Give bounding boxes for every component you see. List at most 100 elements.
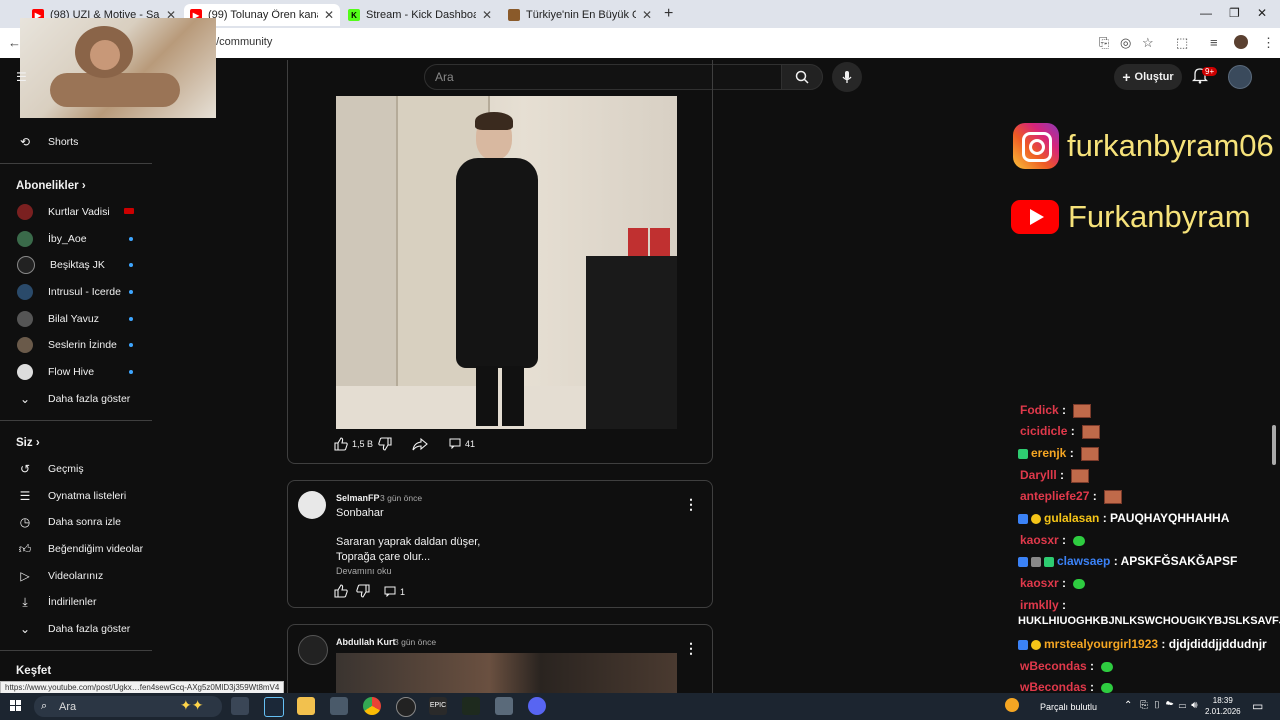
sidebar-item-besiktas[interactable]: Beşiktaş JK xyxy=(0,252,152,278)
sidebar-item-seslerin-izinde[interactable]: Seslerin İzinde xyxy=(0,332,152,358)
history-icon: ↺ xyxy=(19,462,31,476)
sidebar-item-history[interactable]: ↺ Geçmiş xyxy=(0,456,152,482)
post-menu-icon[interactable]: ⋮ xyxy=(684,496,698,513)
emote-icon xyxy=(1104,489,1123,504)
sidebar-item-iby-aoe[interactable]: İby_Aoe xyxy=(0,226,152,252)
wall-panel xyxy=(336,96,396,429)
clock-icon: ◷ xyxy=(19,515,31,529)
epic-games-icon[interactable]: EPIC xyxy=(429,697,447,715)
post-time[interactable]: 3 gün önce xyxy=(394,637,436,647)
new-content-dot xyxy=(129,263,133,267)
store-icon[interactable] xyxy=(330,697,348,715)
discord-icon[interactable] xyxy=(528,697,546,715)
extensions-icon[interactable]: ⬚ xyxy=(1176,35,1188,51)
windows-quad xyxy=(10,700,15,705)
sidebar-item-your-videos[interactable]: ▷ Videolarınız xyxy=(0,563,152,589)
window-close-button[interactable]: ✕ xyxy=(1257,6,1267,20)
post-image[interactable] xyxy=(336,653,677,693)
plus-icon: + xyxy=(1122,69,1131,85)
you-header[interactable]: Siz › xyxy=(16,437,40,449)
avatar[interactable] xyxy=(298,491,326,519)
post-menu-icon[interactable]: ⋮ xyxy=(684,640,698,657)
eye-off-icon[interactable]: ◎ xyxy=(1120,35,1131,51)
explore-header: Keşfet xyxy=(16,665,52,677)
minimize-button[interactable]: — xyxy=(1200,6,1212,20)
browser-tab-3[interactable]: K Stream - Kick Dashboard ✕ xyxy=(342,4,498,26)
file-explorer-icon[interactable] xyxy=(297,697,315,715)
account-avatar[interactable] xyxy=(1228,65,1252,89)
notification-count-badge: 9+ xyxy=(1202,67,1218,76)
bookmark-star-icon[interactable]: ☆ xyxy=(1142,35,1154,51)
like-button[interactable]: 1,5 B xyxy=(334,437,373,451)
sidebar-item-bilal-yavuz[interactable]: Bilal Yavuz xyxy=(0,306,152,332)
search-button[interactable] xyxy=(781,64,823,90)
task-view-icon[interactable] xyxy=(231,697,249,715)
new-tab-button[interactable]: + xyxy=(664,5,673,23)
subs-show-more[interactable]: ⌄ Daha fazla göster xyxy=(0,386,152,412)
scrollbar-thumb[interactable] xyxy=(1272,425,1276,465)
chevron-down-icon: ⌄ xyxy=(19,392,31,406)
restore-button[interactable]: ❐ xyxy=(1229,6,1240,20)
taskbar-clock[interactable]: 18:39 2.01.2026 xyxy=(1205,695,1241,717)
dislike-button[interactable] xyxy=(356,584,374,598)
post-time[interactable]: 3 gün önce xyxy=(380,493,422,503)
weather-text[interactable]: Parçalı bulutlu xyxy=(1040,702,1097,712)
post-author[interactable]: SelmanFP xyxy=(336,493,380,503)
avatar[interactable] xyxy=(298,635,328,665)
sidebar-item-shorts[interactable]: ⟲ Shorts xyxy=(0,129,152,155)
chat-message: mrstealyourgirl1923 : djdjdiddjjddudnjr xyxy=(1018,637,1267,651)
create-button[interactable]: + Oluştur xyxy=(1114,64,1182,90)
chat-message: gulalasan : PAUQHAYQHHAHHA xyxy=(1018,511,1229,525)
sidebar-item-intrusul[interactable]: Intrusul - Icerde xyxy=(0,279,152,305)
emote-icon xyxy=(1073,578,1086,589)
playlist-icon: ☰ xyxy=(19,489,31,503)
tray-icons[interactable]: ⎘▯☁▭🔊︎ xyxy=(1140,700,1203,711)
comments-button[interactable]: 1 xyxy=(384,586,405,597)
chat-message: antepliefe27 : xyxy=(1020,489,1123,504)
sidebar-item-playlists[interactable]: ☰ Oynatma listeleri xyxy=(0,483,152,509)
hamburger-menu-icon[interactable]: ☰ xyxy=(16,70,27,84)
sidebar-item-flow-hive[interactable]: Flow Hive xyxy=(0,359,152,385)
sidebar-item-watch-later[interactable]: ◷ Daha sonra izle xyxy=(0,509,152,535)
menu-kebab-icon[interactable]: ⋮ xyxy=(1262,35,1275,51)
media-icon[interactable]: ≡ xyxy=(1210,35,1218,50)
post-image[interactable] xyxy=(336,96,677,429)
chrome-icon[interactable] xyxy=(363,697,381,715)
sidebar-item-downloads[interactable]: ⤓ İndirilenler xyxy=(0,589,152,615)
app-icon[interactable] xyxy=(495,697,513,715)
you-show-more[interactable]: ⌄ Daha fazla göster xyxy=(0,616,152,642)
close-tab-icon[interactable]: ✕ xyxy=(642,8,652,22)
subscriptions-header[interactable]: Abonelikler › xyxy=(16,180,86,192)
app-icon[interactable] xyxy=(462,697,480,715)
close-tab-icon[interactable]: ✕ xyxy=(482,8,492,22)
tray-chevron-icon[interactable]: ⌃ xyxy=(1124,700,1132,711)
comments-button[interactable]: 41 xyxy=(449,438,475,449)
steam-icon[interactable] xyxy=(264,697,284,717)
read-more-link[interactable]: Devamını oku xyxy=(336,566,392,576)
badge-icon xyxy=(1031,556,1041,567)
address-bar-url[interactable]: n/community xyxy=(210,36,272,48)
live-icon xyxy=(124,208,134,214)
windows-start-icon[interactable] xyxy=(10,700,22,712)
dislike-button[interactable] xyxy=(378,437,396,451)
sidebar-item-kurtlar-vadisi[interactable]: Kurtlar Vadisi xyxy=(0,199,152,225)
download-icon: ⤓ xyxy=(22,594,28,609)
badge-icon xyxy=(1044,556,1054,567)
post-author[interactable]: Abdullah Kurt xyxy=(336,637,396,647)
instagram-handle: furkanbyram06 xyxy=(1067,128,1274,163)
share-button[interactable] xyxy=(412,437,432,451)
chevron-right-icon: › xyxy=(81,180,86,192)
like-icon: 👍︎ xyxy=(18,541,32,556)
obs-icon[interactable] xyxy=(396,697,416,717)
voice-search-button[interactable] xyxy=(832,62,862,92)
browser-tab-4[interactable]: Türkiye'nin En Büyük Oyuncu D ✕ xyxy=(502,4,658,26)
sidebar-item-liked-videos[interactable]: 👍︎ Beğendiğim videolar xyxy=(0,536,152,562)
chat-message: irmklly : xyxy=(1020,598,1067,612)
close-tab-icon[interactable]: ✕ xyxy=(324,8,334,22)
sidebar-divider xyxy=(0,650,152,651)
install-app-icon[interactable]: ⎘ xyxy=(1099,35,1109,51)
weather-icon[interactable] xyxy=(1005,698,1019,712)
profile-avatar[interactable] xyxy=(1234,35,1248,49)
notification-center-icon[interactable]: ▭ xyxy=(1252,699,1263,713)
like-button[interactable] xyxy=(334,584,352,598)
